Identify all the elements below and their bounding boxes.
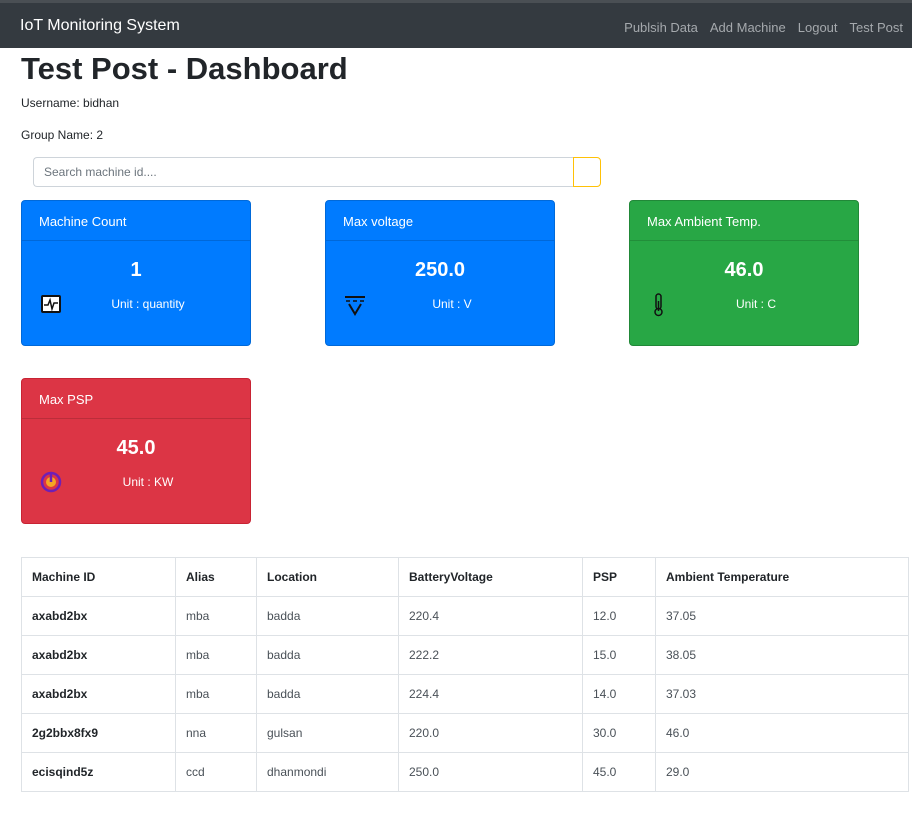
card-machine-count: Machine Count 1 Unit : quantity	[21, 200, 251, 346]
cell-ambient-temperature: 37.05	[655, 596, 909, 636]
card-unit: Unit : C	[735, 297, 776, 311]
card-value: 46.0	[724, 259, 764, 281]
card-value: 250.0	[414, 259, 466, 281]
table-row: 2g2bbx8fx9 nna gulsan 220.0 30.0 46.0	[21, 713, 909, 753]
cell-location: gulsan	[256, 713, 399, 753]
table-row: axabd2bx mba badda 220.4 12.0 37.05	[21, 596, 909, 636]
cell-battery-voltage: 222.2	[398, 635, 583, 675]
cell-battery-voltage: 220.4	[398, 596, 583, 636]
card-max-psp: Max PSP 45.0 Unit : KW	[21, 378, 251, 524]
header-location: Location	[256, 557, 399, 597]
cell-alias: ccd	[175, 752, 257, 792]
card-max-voltage: Max voltage 250.0 Unit : V	[325, 200, 555, 346]
page-title: Test Post - Dashboard	[21, 51, 348, 86]
cell-ambient-temperature: 29.0	[655, 752, 909, 792]
search-button[interactable]	[573, 157, 601, 187]
username-label: Username: bidhan	[21, 96, 120, 110]
cell-machine-id: 2g2bbx8fx9	[21, 713, 176, 753]
cell-alias: mba	[175, 635, 257, 675]
cell-location: badda	[256, 596, 399, 636]
cell-battery-voltage: 224.4	[398, 674, 583, 714]
table-header-row: Machine ID Alias Location BatteryVoltage…	[21, 557, 909, 597]
cell-psp: 30.0	[582, 713, 656, 753]
card-title: Max voltage	[326, 201, 554, 241]
cell-psp: 45.0	[582, 752, 656, 792]
search-input[interactable]	[33, 157, 573, 187]
nav-test-post[interactable]: Test Post	[850, 20, 903, 35]
cell-location: badda	[256, 674, 399, 714]
card-unit: Unit : KW	[122, 475, 174, 489]
cell-machine-id: axabd2bx	[21, 635, 176, 675]
cell-psp: 14.0	[582, 674, 656, 714]
cell-battery-voltage: 220.0	[398, 713, 583, 753]
cell-battery-voltage: 250.0	[398, 752, 583, 792]
card-max-ambient-temp: Max Ambient Temp. 46.0 Unit : C	[629, 200, 859, 346]
cell-alias: nna	[175, 713, 257, 753]
machine-data-table: Machine ID Alias Location BatteryVoltage…	[21, 557, 909, 792]
table-row: axabd2bx mba badda 224.4 14.0 37.03	[21, 674, 909, 714]
cell-location: badda	[256, 635, 399, 675]
header-psp: PSP	[582, 557, 656, 597]
cell-ambient-temperature: 46.0	[655, 713, 909, 753]
card-unit: Unit : quantity	[111, 297, 185, 311]
card-title: Machine Count	[22, 201, 250, 241]
cell-ambient-temperature: 37.03	[655, 674, 909, 714]
group-name-label: Group Name: 2	[21, 128, 104, 142]
card-title: Max PSP	[22, 379, 250, 419]
nav-logout[interactable]: Logout	[798, 20, 838, 35]
header-machine-id: Machine ID	[21, 557, 176, 597]
cell-alias: mba	[175, 674, 257, 714]
card-unit: Unit : V	[432, 297, 472, 311]
top-navbar: IoT Monitoring System Publsih Data Add M…	[0, 0, 912, 48]
cell-machine-id: ecisqind5z	[21, 752, 176, 792]
cell-psp: 15.0	[582, 635, 656, 675]
header-ambient-temperature: Ambient Temperature	[655, 557, 909, 597]
header-alias: Alias	[175, 557, 257, 597]
brand-title[interactable]: IoT Monitoring System	[20, 17, 180, 35]
table-row: axabd2bx mba badda 222.2 15.0 38.05	[21, 635, 909, 675]
header-battery-voltage: BatteryVoltage	[398, 557, 583, 597]
table-row: ecisqind5z ccd dhanmondi 250.0 45.0 29.0	[21, 752, 909, 792]
cell-ambient-temperature: 38.05	[655, 635, 909, 675]
card-value: 1	[130, 259, 142, 281]
card-value: 45.0	[116, 437, 156, 459]
nav-add-machine[interactable]: Add Machine	[710, 20, 786, 35]
cell-psp: 12.0	[582, 596, 656, 636]
search-bar	[33, 157, 601, 187]
nav-publish-data[interactable]: Publsih Data	[624, 20, 698, 35]
cell-machine-id: axabd2bx	[21, 596, 176, 636]
cell-location: dhanmondi	[256, 752, 399, 792]
cell-alias: mba	[175, 596, 257, 636]
cell-machine-id: axabd2bx	[21, 674, 176, 714]
card-title: Max Ambient Temp.	[630, 201, 858, 241]
nav-links: Publsih Data Add Machine Logout Test Pos…	[624, 20, 903, 35]
